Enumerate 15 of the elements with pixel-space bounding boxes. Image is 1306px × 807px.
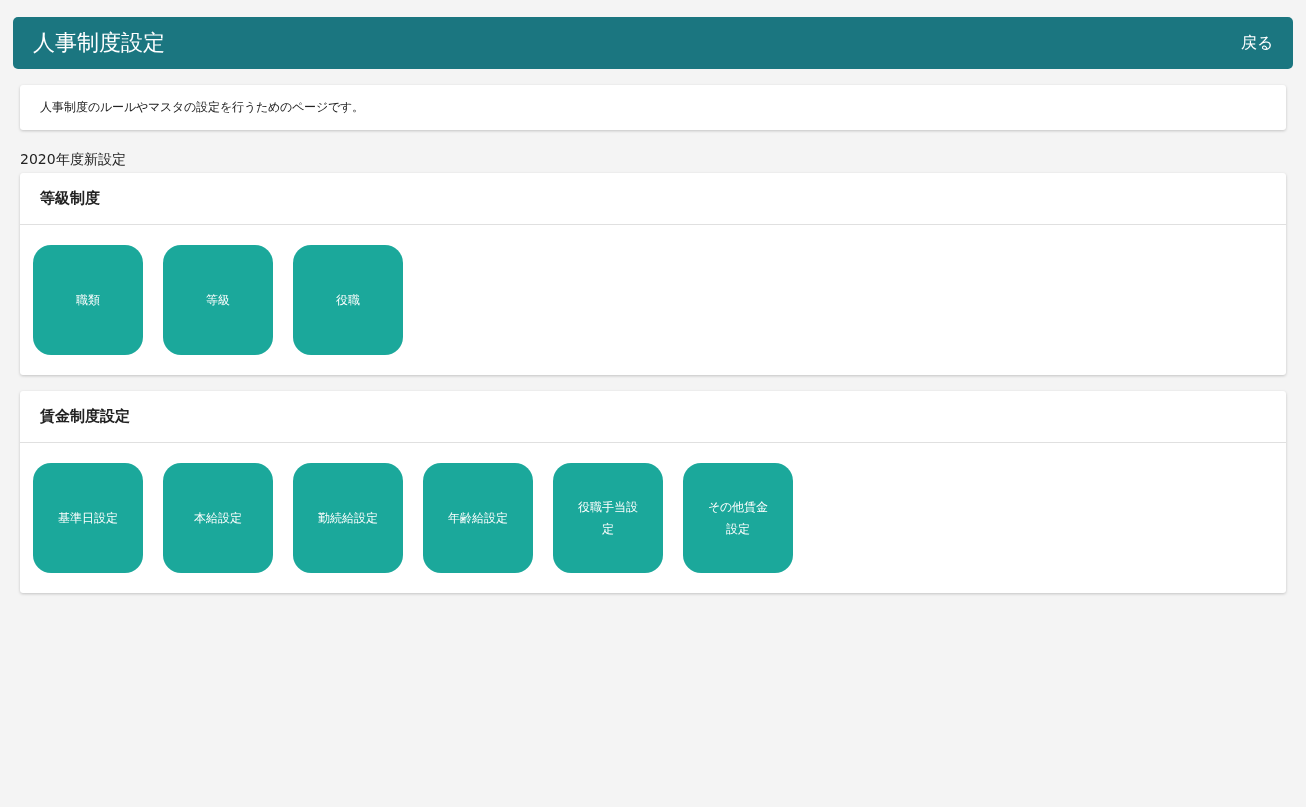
setting-button[interactable]: 役職手当設定: [553, 463, 663, 573]
setting-button[interactable]: 役職: [293, 245, 403, 355]
setting-button[interactable]: 基準日設定: [33, 463, 143, 573]
setting-button[interactable]: 年齢給設定: [423, 463, 533, 573]
description-text: 人事制度のルールやマスタの設定を行うためのページです。: [20, 85, 1286, 130]
setting-button[interactable]: 等級: [163, 245, 273, 355]
setting-button[interactable]: 本給設定: [163, 463, 273, 573]
setting-button[interactable]: 職類: [33, 245, 143, 355]
page-title: 人事制度設定: [33, 29, 165, 57]
setting-button[interactable]: 勤続給設定: [293, 463, 403, 573]
card-title: 賃金制度設定: [40, 407, 130, 426]
section-label: 2020年度新設定: [20, 151, 127, 169]
back-link[interactable]: 戻る: [1241, 32, 1273, 54]
card-title: 等級制度: [40, 189, 100, 208]
setting-button[interactable]: その他賃金設定: [683, 463, 793, 573]
